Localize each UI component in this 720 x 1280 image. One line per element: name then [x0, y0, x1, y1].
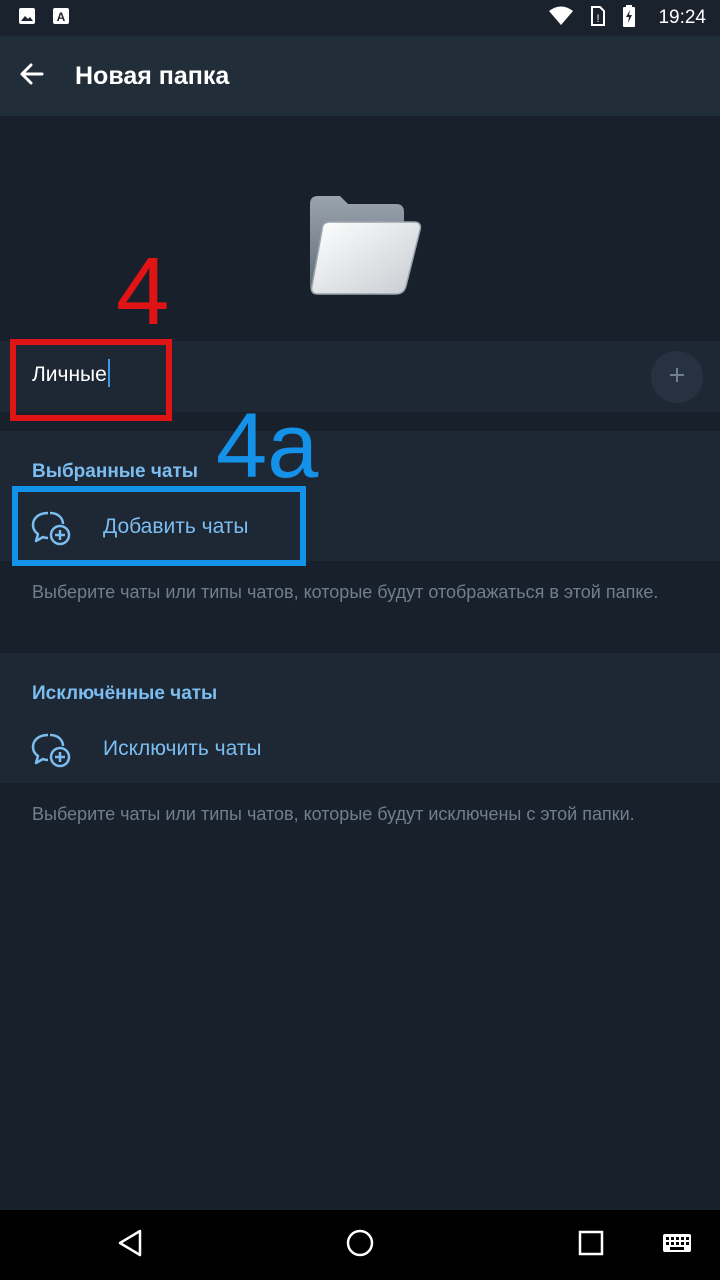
image-icon [18, 7, 36, 30]
emoji-button[interactable] [651, 351, 703, 403]
back-triangle-icon [116, 1228, 144, 1263]
annotation-label-red: 4 [116, 238, 170, 345]
annotation-label-blue: 4a [216, 395, 319, 497]
keyboard-icon [662, 1233, 692, 1258]
included-chats-hint: Выберите чаты или типы чатов, которые бу… [32, 582, 659, 602]
battery-charging-icon [622, 4, 636, 32]
excluded-chats-hint: Выберите чаты или типы чатов, которые бу… [32, 804, 635, 824]
arrow-left-icon [18, 60, 46, 93]
chat-add-icon [30, 731, 74, 769]
back-button[interactable] [0, 36, 64, 116]
keyboard-a-icon: A [52, 7, 70, 30]
included-chats-header: Выбранные чаты [32, 461, 199, 482]
app-bar: Новая папка [0, 36, 720, 116]
svg-text:!: ! [597, 13, 600, 25]
annotation-box-blue [12, 486, 306, 566]
annotation-box-red [10, 339, 172, 421]
status-time: 19:24 [658, 7, 706, 28]
excluded-chats-section: Исключённые чаты Исключить чаты [0, 653, 720, 783]
excluded-chats-header: Исключённые чаты [32, 683, 218, 704]
recents-square-icon [578, 1230, 604, 1261]
svg-text:A: A [57, 10, 66, 24]
nav-back-button[interactable] [110, 1227, 150, 1263]
home-circle-icon [345, 1228, 375, 1263]
wifi-icon [548, 6, 574, 31]
no-sim-icon: ! [590, 5, 606, 32]
status-bar: A ! 19:24 [0, 0, 720, 36]
page-title: Новая папка [75, 61, 230, 90]
plus-icon [668, 366, 686, 389]
folder-icon [300, 182, 426, 300]
nav-keyboard-button[interactable] [657, 1227, 697, 1263]
nav-home-button[interactable] [340, 1227, 380, 1263]
nav-recents-button[interactable] [571, 1227, 611, 1263]
exclude-chats-label: Исключить чаты [103, 737, 262, 760]
exclude-chats-button[interactable]: Исключить чаты [0, 719, 720, 781]
system-nav-bar [0, 1210, 720, 1280]
